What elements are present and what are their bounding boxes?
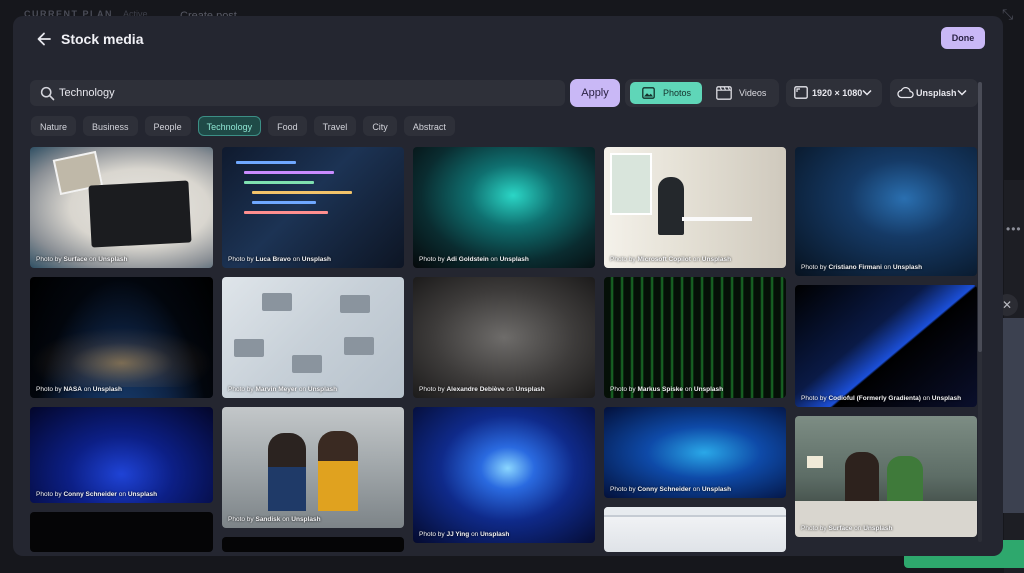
photo-credit: Photo by Conny Schneider on Unsplash [36,491,158,498]
photo-card[interactable] [30,512,213,552]
photo-credit: Photo by Conny Schneider on Unsplash [610,486,732,493]
photo-card[interactable] [604,507,786,552]
photo-card[interactable]: Photo by Cristiano Firmani on Unsplash [795,147,977,276]
photo-card[interactable]: Photo by Marvin Meyer on Unsplash [222,277,404,398]
photo-card[interactable]: Photo by Adi Goldstein on Unsplash [413,147,595,268]
code-line [244,171,334,174]
stock-media-modal: Stock media Done Apply Photos Videos [13,16,1003,556]
code-line [252,201,316,204]
photo-credit: Photo by Adi Goldstein on Unsplash [419,256,529,263]
photo-thumbnail-detail [268,467,306,511]
code-line [252,191,352,194]
photo-credit: Photo by Microsoft Copilot on Unsplash [610,256,732,263]
expand-icon[interactable]: ⤡ [1002,6,1018,22]
photo-thumbnail-detail [845,452,879,508]
photo-credit: Photo by NASA on Unsplash [36,386,123,393]
photo-card[interactable]: Photo by Sandisk on Unsplash [222,407,404,528]
photo-thumbnail-detail [610,153,652,215]
photo-card[interactable]: Photo by NASA on Unsplash [30,277,213,398]
photo-thumbnail-detail [658,177,684,235]
photo-thumbnail-detail [88,180,192,248]
photo-thumbnail-detail [262,293,292,311]
photo-thumbnail-detail [682,217,752,221]
photo-thumbnail-detail [604,507,786,517]
photo-credit: Photo by Codioful (Formerly Gradienta) o… [801,395,962,402]
photo-card[interactable]: Photo by JJ Ying on Unsplash [413,407,595,543]
photo-card[interactable]: Photo by Microsoft Copilot on Unsplash [604,147,786,268]
photo-card[interactable] [222,537,404,552]
background-image-preview [1002,318,1024,513]
photo-card[interactable]: Photo by Conny Schneider on Unsplash [604,407,786,498]
more-icon[interactable]: ••• [1006,222,1022,236]
photo-card[interactable]: Photo by Markus Spiske on Unsplash [604,277,786,398]
photo-thumbnail-detail [292,355,322,373]
photo-credit: Photo by Marvin Meyer on Unsplash [228,386,338,393]
photo-thumbnail-detail [30,327,213,387]
photo-thumbnail-detail [887,456,923,506]
photo-grid: Photo by Surface on Unsplash Photo by NA… [13,16,1003,556]
photo-credit: Photo by Cristiano Firmani on Unsplash [801,264,923,271]
photo-card[interactable]: Photo by Alexandre Debiève on Unsplash [413,277,595,398]
photo-credit: Photo by Luca Bravo on Unsplash [228,256,332,263]
photo-thumbnail-detail [807,456,823,468]
photo-card[interactable]: Photo by Conny Schneider on Unsplash [30,407,213,503]
photo-credit: Photo by JJ Ying on Unsplash [419,531,510,538]
photo-card[interactable]: Photo by Surface on Unsplash [795,416,977,537]
photo-thumbnail-detail [318,461,358,511]
code-line [244,181,314,184]
photo-thumbnail-detail [340,295,370,313]
photo-card[interactable]: Photo by Surface on Unsplash [30,147,213,268]
photo-card[interactable]: Photo by Codioful (Formerly Gradienta) o… [795,285,977,407]
photo-credit: Photo by Surface on Unsplash [801,525,893,532]
photo-credit: Photo by Alexandre Debiève on Unsplash [419,386,545,393]
code-line [236,161,296,164]
photo-thumbnail-detail [234,339,264,357]
photo-credit: Photo by Surface on Unsplash [36,256,128,263]
photo-card[interactable]: Photo by Luca Bravo on Unsplash [222,147,404,268]
photo-credit: Photo by Sandisk on Unsplash [228,516,321,523]
photo-thumbnail-detail [344,337,374,355]
code-line [244,211,328,214]
photo-credit: Photo by Markus Spiske on Unsplash [610,386,724,393]
